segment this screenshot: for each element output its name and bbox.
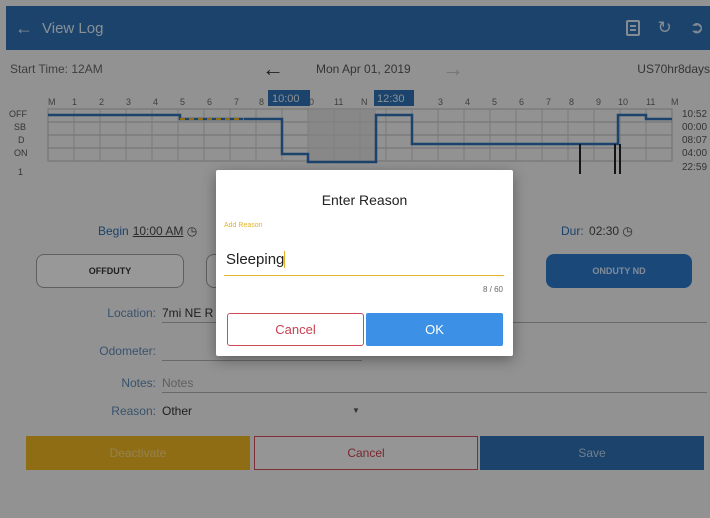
text-cursor [284, 251, 286, 268]
reason-input[interactable]: Sleeping [224, 244, 504, 276]
dialog-title: Enter Reason [321, 192, 408, 208]
enter-reason-dialog: Enter Reason Add Reason Sleeping 8 / 60 … [216, 170, 513, 356]
reason-field-label: Add Reason [224, 222, 263, 229]
dialog-ok-button[interactable]: OK [366, 313, 503, 346]
dialog-cancel-button[interactable]: Cancel [227, 313, 364, 346]
character-counter: 8 / 60 [482, 285, 503, 294]
reason-input-value: Sleeping [226, 251, 285, 268]
